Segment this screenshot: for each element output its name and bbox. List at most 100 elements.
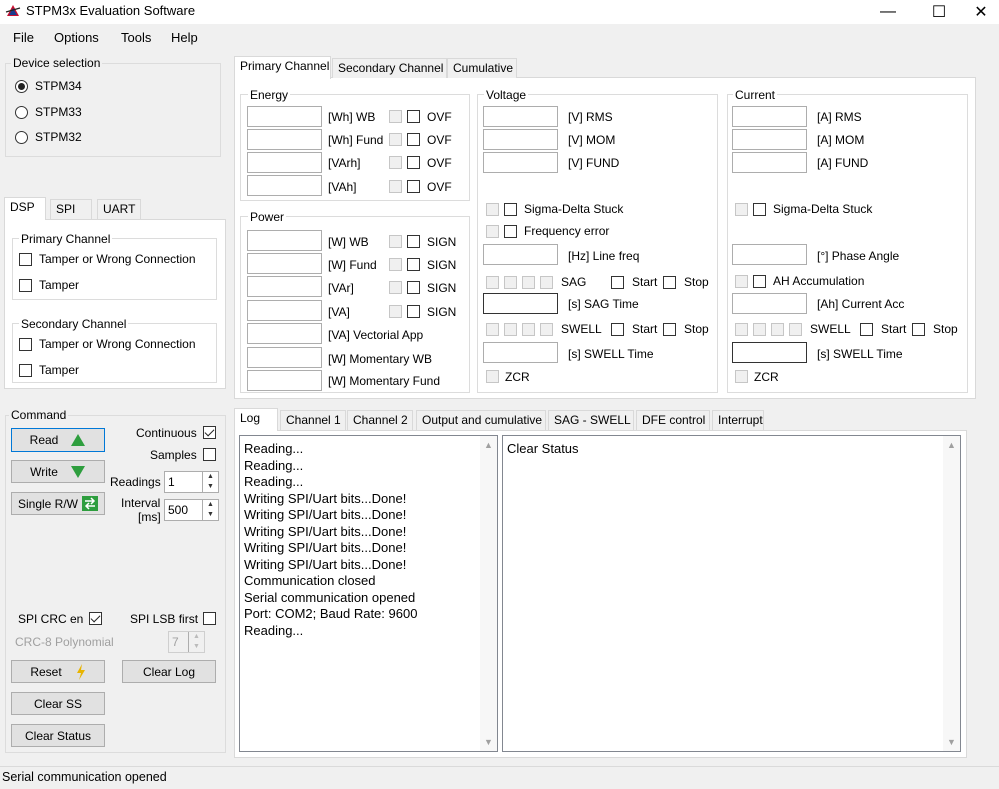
minimize-button[interactable]: — xyxy=(865,0,911,24)
current-sigma-delta-checkbox[interactable] xyxy=(753,203,766,216)
power-va-vectorial-field[interactable] xyxy=(247,323,322,344)
tab-channel-2[interactable]: Channel 2 xyxy=(347,410,413,430)
menu-options[interactable]: Options xyxy=(54,30,99,45)
power-w-fund-sign-checkbox[interactable] xyxy=(407,258,420,271)
energy-wh-wb-ovf-checkbox[interactable] xyxy=(407,110,420,123)
samples-checkbox[interactable] xyxy=(203,448,216,461)
power-w-fund-field[interactable] xyxy=(247,253,322,274)
stepper-up-icon[interactable]: ▲ xyxy=(202,500,218,510)
power-w-wb-sign-checkbox[interactable] xyxy=(407,235,420,248)
tab-primary-channel[interactable]: Primary Channel xyxy=(234,56,331,79)
scroll-up-icon[interactable]: ▲ xyxy=(943,440,960,450)
secondary-tamper-wrong-checkbox[interactable] xyxy=(19,338,32,351)
status-textarea[interactable]: Clear Status ▲ ▼ xyxy=(502,435,961,752)
stepper-down-icon[interactable]: ▼ xyxy=(202,510,218,520)
clear-log-button[interactable]: Clear Log xyxy=(122,660,216,683)
ah-accumulation-checkbox[interactable] xyxy=(753,275,766,288)
continuous-checkbox[interactable] xyxy=(203,426,216,439)
clear-status-button[interactable]: Clear Status xyxy=(11,724,105,747)
voltage-fund-field[interactable] xyxy=(483,152,558,173)
energy-wh-fund-ovf-checkbox[interactable] xyxy=(407,133,420,146)
status-scrollbar[interactable]: ▲ ▼ xyxy=(943,436,960,751)
single-rw-button[interactable]: Single R/W xyxy=(11,492,105,515)
phase-angle-field[interactable] xyxy=(732,244,807,265)
current-swell-led xyxy=(753,323,766,336)
stepper-up-icon[interactable]: ▲ xyxy=(202,472,218,482)
scroll-down-icon[interactable]: ▼ xyxy=(943,737,960,747)
tab-sag-swell[interactable]: SAG - SWELL xyxy=(548,410,634,430)
tab-log[interactable]: Log xyxy=(234,408,278,431)
current-rms-field[interactable] xyxy=(732,106,807,127)
power-momentary-wb-field[interactable] xyxy=(247,347,322,368)
frequency-error-checkbox[interactable] xyxy=(504,225,517,238)
energy-varh-ovf-checkbox[interactable] xyxy=(407,156,420,169)
swell-time-field[interactable] xyxy=(483,342,558,363)
energy-varh-field[interactable] xyxy=(247,152,322,173)
power-va-sign-checkbox[interactable] xyxy=(407,305,420,318)
crc-polynomial-stepper[interactable]: 7 ▲ ▼ xyxy=(168,631,205,653)
radio-stpm34[interactable] xyxy=(15,80,28,93)
tab-spi[interactable]: SPI xyxy=(50,199,92,219)
menu-file[interactable]: File xyxy=(13,30,34,45)
crc-polynomial-label: CRC-8 Polynomial xyxy=(15,635,114,649)
spi-lsb-first-checkbox[interactable] xyxy=(203,612,216,625)
current-swell-time-field[interactable] xyxy=(732,342,807,363)
current-swell-stop-checkbox[interactable] xyxy=(912,323,925,336)
stepper-down-icon[interactable]: ▼ xyxy=(188,642,204,652)
interval-label: Interval xyxy=(121,496,161,510)
tab-secondary-channel[interactable]: Secondary Channel xyxy=(332,58,447,78)
power-var-sign-checkbox[interactable] xyxy=(407,281,420,294)
interval-stepper[interactable]: 500 ▲ ▼ xyxy=(164,499,219,521)
power-va-field[interactable] xyxy=(247,300,322,321)
radio-stpm33[interactable] xyxy=(15,106,28,119)
sag-start-checkbox[interactable] xyxy=(611,276,624,289)
reset-button[interactable]: Reset xyxy=(11,660,105,683)
current-swell-start-checkbox[interactable] xyxy=(860,323,873,336)
log-scrollbar[interactable]: ▲ ▼ xyxy=(480,436,497,751)
energy-vah-ovf-checkbox[interactable] xyxy=(407,180,420,193)
current-fund-label: [A] FUND xyxy=(817,156,869,170)
write-button[interactable]: Write xyxy=(11,460,105,483)
energy-vah-field[interactable] xyxy=(247,175,322,196)
readings-stepper[interactable]: 1 ▲ ▼ xyxy=(164,471,219,493)
power-momentary-fund-field[interactable] xyxy=(247,370,322,391)
spi-crc-en-checkbox[interactable] xyxy=(89,612,102,625)
power-w-wb-field[interactable] xyxy=(247,230,322,251)
tab-output-cumulative[interactable]: Output and cumulative xyxy=(416,410,546,430)
voltage-rms-field[interactable] xyxy=(483,106,558,127)
scroll-up-icon[interactable]: ▲ xyxy=(480,440,497,450)
tab-cumulative[interactable]: Cumulative xyxy=(447,58,517,78)
tab-channel-1[interactable]: Channel 1 xyxy=(280,410,346,430)
log-textarea[interactable]: Reading... Reading... Reading... Writing… xyxy=(239,435,498,752)
tab-uart[interactable]: UART xyxy=(97,199,141,219)
close-button[interactable]: ✕ xyxy=(963,0,999,24)
swell-stop-checkbox[interactable] xyxy=(663,323,676,336)
tab-dfe-control[interactable]: DFE control xyxy=(636,410,710,430)
clear-ss-button[interactable]: Clear SS xyxy=(11,692,105,715)
read-button[interactable]: Read xyxy=(11,428,105,452)
voltage-mom-field[interactable] xyxy=(483,129,558,150)
secondary-tamper-checkbox[interactable] xyxy=(19,364,32,377)
sag-time-field[interactable] xyxy=(483,293,558,314)
sag-stop-checkbox[interactable] xyxy=(663,276,676,289)
scroll-down-icon[interactable]: ▼ xyxy=(480,737,497,747)
menu-help[interactable]: Help xyxy=(171,30,198,45)
maximize-button[interactable]: ☐ xyxy=(916,0,962,24)
tab-interrupt[interactable]: Interrupt xyxy=(712,410,764,430)
energy-wh-wb-field[interactable] xyxy=(247,106,322,127)
primary-tamper-checkbox[interactable] xyxy=(19,279,32,292)
radio-stpm32[interactable] xyxy=(15,131,28,144)
tab-dsp[interactable]: DSP xyxy=(4,197,46,220)
power-var-field[interactable] xyxy=(247,276,322,297)
current-acc-field[interactable] xyxy=(732,293,807,314)
energy-wh-fund-field[interactable] xyxy=(247,129,322,150)
swell-start-checkbox[interactable] xyxy=(611,323,624,336)
menu-tools[interactable]: Tools xyxy=(121,30,151,45)
current-mom-field[interactable] xyxy=(732,129,807,150)
line-freq-field[interactable] xyxy=(483,244,558,265)
voltage-sigma-delta-checkbox[interactable] xyxy=(504,203,517,216)
stepper-down-icon[interactable]: ▼ xyxy=(202,482,218,492)
current-fund-field[interactable] xyxy=(732,152,807,173)
stepper-up-icon[interactable]: ▲ xyxy=(188,632,204,642)
primary-tamper-wrong-checkbox[interactable] xyxy=(19,253,32,266)
